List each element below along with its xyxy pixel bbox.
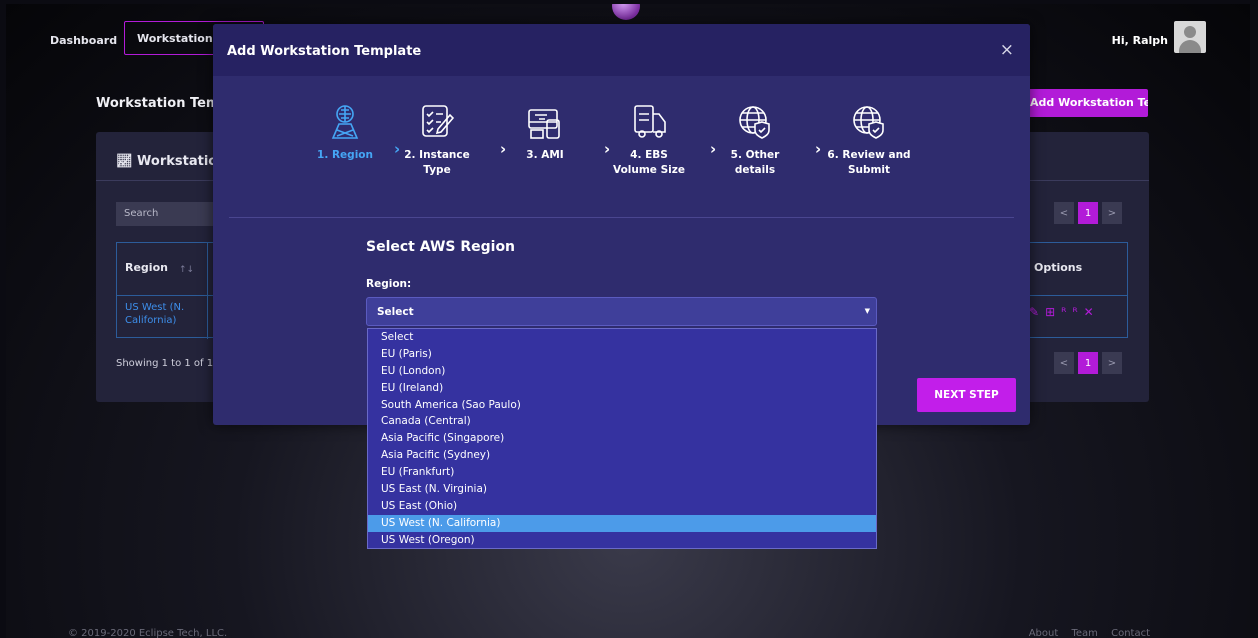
step-label: 2. Instance Type (404, 149, 470, 176)
footer-links: About Team Contact (1029, 628, 1150, 638)
footer-link-contact[interactable]: Contact (1111, 628, 1150, 638)
truck-icon (634, 105, 666, 138)
region-field-label: Region: (366, 278, 412, 290)
avatar[interactable] (1174, 21, 1206, 53)
footer-link-about[interactable]: About (1029, 628, 1059, 638)
step-ami[interactable]: 3. AMI (503, 102, 587, 163)
dropdown-option[interactable]: US West (Oregon) (368, 532, 876, 548)
panel-title: 📈︎ Workstation (116, 154, 227, 169)
wizard-stepper: 1. Region › 2. Instance Type › 3. AMI › … (213, 102, 1030, 212)
region-icon (331, 105, 359, 139)
user-greeting: Hi, Ralph (1111, 34, 1168, 47)
dropdown-option[interactable]: EU (Paris) (368, 346, 876, 363)
delete-icon[interactable]: ✕ (1084, 305, 1100, 319)
dropdown-option[interactable]: US East (N. Virginia) (368, 481, 876, 498)
step-label: 4. EBS Volume Size (613, 149, 685, 176)
region-dropdown-list: Select EU (Paris) EU (London) EU (Ireland) S… (367, 328, 877, 549)
dropdown-option[interactable]: South America (Sao Paulo) (368, 397, 876, 414)
divider (229, 217, 1014, 218)
dropdown-option[interactable]: US East (Ohio) (368, 498, 876, 515)
column-header-options: Options (1034, 261, 1083, 274)
pager-next-button[interactable]: > (1102, 352, 1122, 374)
globe-shield-icon (739, 106, 770, 139)
dropdown-option[interactable]: EU (Frankfurt) (368, 464, 876, 481)
row-options: ✎⊞ᴿᴿ✕ (1029, 305, 1100, 319)
divider (207, 243, 208, 339)
checklist-icon (422, 105, 455, 137)
modal-title: Add Workstation Template (227, 44, 422, 59)
dropdown-option[interactable]: US West (N. California) (368, 514, 876, 532)
step-label: 5. Other details (730, 149, 780, 176)
dropdown-option[interactable]: EU (Ireland) (368, 380, 876, 397)
add-box-icon[interactable]: ⊞ (1045, 305, 1061, 319)
step-label: 6. Review and Submit (827, 149, 911, 176)
pager-prev-button[interactable]: < (1054, 352, 1074, 374)
region-select[interactable]: Select ▼ (366, 297, 877, 326)
dropdown-option[interactable]: Select (368, 329, 876, 346)
pager-page-button[interactable]: 1 (1078, 352, 1098, 374)
pager-prev-button[interactable]: < (1054, 202, 1074, 224)
modal-header: Add Workstation Template × (213, 24, 1030, 76)
pager-next-button[interactable]: > (1102, 202, 1122, 224)
footer-link-team[interactable]: Team (1071, 628, 1097, 638)
footer-copyright: © 2019-2020 Eclipse Tech, LLC. (68, 628, 228, 638)
section-title: Select AWS Region (366, 239, 516, 255)
logo-icon (612, 4, 640, 20)
nav-dashboard-link[interactable]: Dashboard (50, 34, 117, 47)
sort-icon[interactable]: ↑↓ (179, 265, 194, 275)
add-workstation-template-button[interactable]: Add Workstation Template (1024, 89, 1148, 117)
pager-top: < 1 > (1054, 202, 1122, 224)
step-instance-type[interactable]: 2. Instance Type (395, 102, 479, 178)
globe-shield-icon (853, 106, 884, 139)
step-label: 1. Region (317, 149, 373, 161)
region-select-value: Select (377, 306, 414, 318)
table-cell-region: US West (N. California) (125, 302, 185, 326)
close-icon[interactable]: × (1000, 40, 1014, 60)
dropdown-option[interactable]: EU (London) (368, 363, 876, 380)
search-input[interactable]: Search (116, 202, 216, 226)
avatar-body-icon (1179, 40, 1201, 53)
chart-icon: 📈︎ (116, 154, 133, 169)
step-label: 3. AMI (526, 149, 564, 161)
step-review-submit[interactable]: 6. Review and Submit (827, 102, 911, 178)
step-region[interactable]: 1. Region (303, 102, 387, 163)
page-title: Workstation Templates (96, 96, 216, 111)
next-step-button[interactable]: NEXT STEP (917, 378, 1016, 412)
caret-down-icon: ▼ (864, 307, 870, 315)
dropdown-option[interactable]: Asia Pacific (Sydney) (368, 447, 876, 464)
column-header-region[interactable]: Region (125, 261, 168, 274)
edit-icon[interactable]: ✎ (1029, 305, 1045, 319)
pager-bottom: < 1 > (1054, 352, 1122, 374)
dropdown-option[interactable]: Asia Pacific (Singapore) (368, 430, 876, 447)
table-info: Showing 1 to 1 of 1 entries (116, 358, 216, 369)
devices-icon (528, 109, 560, 139)
step-other-details[interactable]: 5. Other details (713, 102, 797, 178)
step-ebs-volume[interactable]: 4. EBS Volume Size (607, 102, 691, 178)
pager-page-button[interactable]: 1 (1078, 202, 1098, 224)
users-icon[interactable]: ᴿᴿ (1061, 305, 1084, 319)
avatar-head-icon (1184, 26, 1196, 38)
chevron-right-icon: › (815, 140, 822, 158)
dropdown-option[interactable]: Canada (Central) (368, 413, 876, 430)
